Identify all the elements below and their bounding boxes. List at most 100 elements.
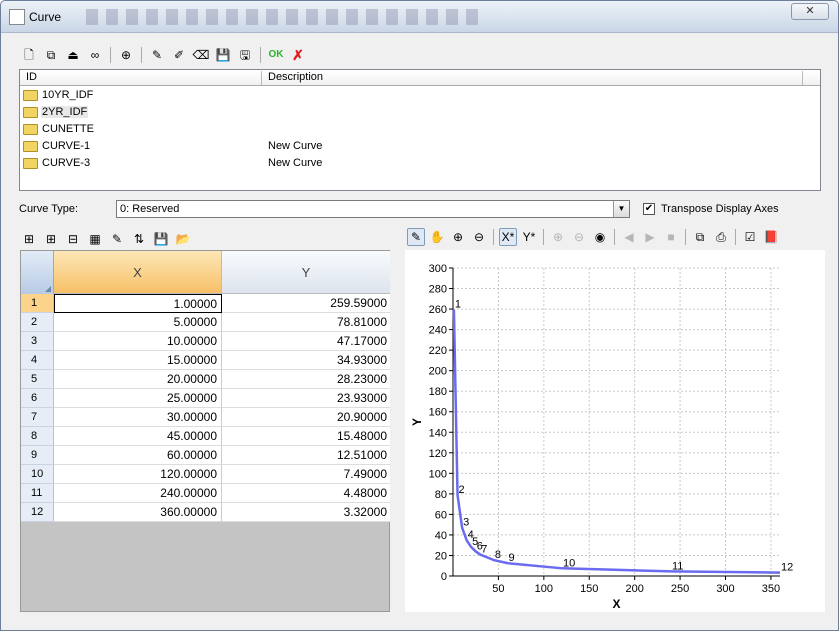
row-header[interactable]: 11 <box>21 484 54 503</box>
cell-x[interactable]: 20.00000 <box>54 370 222 389</box>
cell-y[interactable]: 47.17000 <box>222 332 390 351</box>
cell-y[interactable]: 3.32000 <box>222 503 390 522</box>
append-row-icon[interactable]: ⊞ <box>42 230 60 248</box>
table-row[interactable]: 5 20.00000 28.23000 <box>21 370 390 389</box>
table-row[interactable]: 11 240.00000 4.48000 <box>21 484 390 503</box>
row-header[interactable]: 6 <box>21 389 54 408</box>
row-header[interactable]: 5 <box>21 370 54 389</box>
save-grid-icon[interactable]: 💾 <box>152 230 170 248</box>
curve-type-select[interactable]: 0: Reserved ▼ <box>116 200 630 218</box>
help-book-icon[interactable]: 📕 <box>762 228 780 246</box>
cancel-icon[interactable]: ✗ <box>289 46 307 64</box>
cell-y[interactable]: 34.93000 <box>222 351 390 370</box>
cell-x[interactable]: 60.00000 <box>54 446 222 465</box>
pencil-icon[interactable]: ✎ <box>148 46 166 64</box>
sort-icon[interactable]: ⇅ <box>130 230 148 248</box>
cell-y[interactable]: 259.59000 <box>222 294 390 313</box>
zoom-out-icon[interactable]: ⊖ <box>470 228 488 246</box>
link-icon[interactable]: ∞ <box>86 46 104 64</box>
grid-corner[interactable] <box>21 251 54 294</box>
row-header[interactable]: 7 <box>21 408 54 427</box>
list-item[interactable]: CURVE-1 New Curve <box>22 139 812 155</box>
edit-grid-icon[interactable]: ✎ <box>108 230 126 248</box>
cell-x[interactable]: 5.00000 <box>54 313 222 332</box>
open-folder-icon[interactable]: 📂 <box>174 230 192 248</box>
ok-button[interactable]: OK <box>267 46 285 64</box>
list-item[interactable]: CURVE-3 New Curve <box>22 156 812 172</box>
new-icon[interactable]: 🗋 <box>20 46 38 64</box>
row-header[interactable]: 9 <box>21 446 54 465</box>
cell-y[interactable]: 4.48000 <box>222 484 390 503</box>
table-row[interactable]: 8 45.00000 15.48000 <box>21 427 390 446</box>
table-row[interactable]: 9 60.00000 12.51000 <box>21 446 390 465</box>
edit-icon[interactable]: ✐ <box>170 46 188 64</box>
cell-x[interactable]: 25.00000 <box>54 389 222 408</box>
back-icon[interactable]: ◀ <box>620 228 638 246</box>
row-header[interactable]: 4 <box>21 351 54 370</box>
table-row[interactable]: 1 1.00000 259.59000 <box>21 294 390 313</box>
row-header[interactable]: 1 <box>21 294 54 313</box>
column-header-y[interactable]: Y <box>222 251 390 294</box>
zoom-out-disabled-icon[interactable]: ⊖ <box>570 228 588 246</box>
table-row[interactable]: 4 15.00000 34.93000 <box>21 351 390 370</box>
chevron-down-icon[interactable]: ▼ <box>613 201 629 217</box>
play-icon[interactable]: ▶ <box>641 228 659 246</box>
zoom-in-disabled-icon[interactable]: ⊕ <box>549 228 567 246</box>
table-row[interactable]: 7 30.00000 20.90000 <box>21 408 390 427</box>
globe-icon[interactable]: ◉ <box>591 228 609 246</box>
cell-x[interactable]: 120.00000 <box>54 465 222 484</box>
cell-y[interactable]: 15.48000 <box>222 427 390 446</box>
zoom-in-icon[interactable]: ⊕ <box>449 228 467 246</box>
pan-hand-icon[interactable]: ✋ <box>428 228 446 246</box>
close-button[interactable]: ✕ <box>791 3 829 20</box>
table-row[interactable]: 12 360.00000 3.32000 <box>21 503 390 522</box>
x-axis-icon[interactable]: X* <box>499 228 517 246</box>
eraser-icon[interactable]: ⌫ <box>192 46 210 64</box>
row-header[interactable]: 3 <box>21 332 54 351</box>
transpose-checkbox[interactable]: ✔ <box>643 203 655 215</box>
import-icon[interactable]: ⏏ <box>64 46 82 64</box>
delete-row-icon[interactable]: ⊟ <box>64 230 82 248</box>
cell-y[interactable]: 7.49000 <box>222 465 390 484</box>
cell-x[interactable]: 240.00000 <box>54 484 222 503</box>
add-icon[interactable]: ⊕ <box>117 46 135 64</box>
list-item[interactable]: CUNETTE <box>22 122 812 138</box>
save-icon[interactable]: 💾 <box>214 46 232 64</box>
row-header[interactable]: 12 <box>21 503 54 522</box>
cell-x[interactable]: 15.00000 <box>54 351 222 370</box>
y-axis-icon[interactable]: Y* <box>520 228 538 246</box>
cell-x[interactable]: 10.00000 <box>54 332 222 351</box>
draw-icon[interactable]: ✎ <box>407 228 425 246</box>
stop-icon[interactable]: ■ <box>662 228 680 246</box>
cell-x[interactable]: 360.00000 <box>54 503 222 522</box>
cell-x[interactable]: 1.00000 <box>54 294 222 313</box>
table-row[interactable]: 10 120.00000 7.49000 <box>21 465 390 484</box>
save-as-icon[interactable]: 🖫 <box>236 46 254 64</box>
row-header[interactable]: 2 <box>21 313 54 332</box>
column-header-id[interactable]: ID <box>20 71 262 85</box>
cell-y[interactable]: 12.51000 <box>222 446 390 465</box>
cell-y[interactable]: 78.81000 <box>222 313 390 332</box>
cell-x[interactable]: 30.00000 <box>54 408 222 427</box>
row-header[interactable]: 10 <box>21 465 54 484</box>
list-item[interactable]: 2YR_IDF <box>22 105 812 121</box>
copy-chart-icon[interactable]: ⧉ <box>691 228 709 246</box>
column-header-x[interactable]: X <box>54 251 222 294</box>
curve-list[interactable]: ID Description 10YR_IDF 2YR_IDF CUNETTE CUR… <box>19 69 821 191</box>
column-header-description[interactable]: Description <box>262 71 803 85</box>
table-row[interactable]: 6 25.00000 23.93000 <box>21 389 390 408</box>
cell-y[interactable]: 23.93000 <box>222 389 390 408</box>
curve-chart[interactable]: 0 20 40 60 80 100 120 140 160 180 200 220 240 260 280 3… <box>405 250 825 612</box>
cell-y[interactable]: 28.23000 <box>222 370 390 389</box>
cell-y[interactable]: 20.90000 <box>222 408 390 427</box>
table-row[interactable]: 2 5.00000 78.81000 <box>21 313 390 332</box>
table-row[interactable]: 3 10.00000 47.17000 <box>21 332 390 351</box>
insert-row-icon[interactable]: ⊞ <box>20 230 38 248</box>
cell-x[interactable]: 45.00000 <box>54 427 222 446</box>
print-icon[interactable]: ⎙ <box>712 228 730 246</box>
list-item[interactable]: 10YR_IDF <box>22 88 812 104</box>
properties-icon[interactable]: ☑ <box>741 228 759 246</box>
row-header[interactable]: 8 <box>21 427 54 446</box>
renumber-icon[interactable]: ▦ <box>86 230 104 248</box>
copy-icon[interactable]: ⧉ <box>42 46 60 64</box>
